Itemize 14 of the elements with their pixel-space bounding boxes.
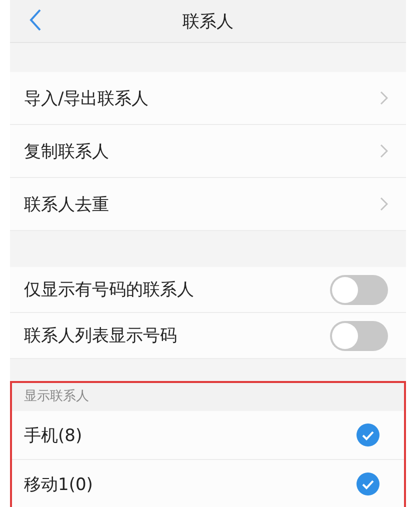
check-icon[interactable]	[356, 423, 380, 447]
chevron-icon	[380, 197, 388, 211]
back-icon[interactable]	[28, 8, 42, 32]
nav-title: 联系人	[182, 10, 234, 32]
account-label: 移动1(0)	[24, 474, 93, 496]
chevron-icon	[380, 144, 388, 158]
section-header: 显示联系人	[12, 383, 404, 411]
account-label: 手机(8)	[24, 424, 82, 446]
check-icon[interactable]	[356, 472, 380, 496]
toggle-label: 联系人列表显示号码	[24, 325, 177, 347]
chevron-icon	[380, 91, 388, 105]
toggle-switch[interactable]	[330, 320, 388, 350]
toggle-label: 仅显示有号码的联系人	[24, 279, 194, 301]
toggle-switch[interactable]	[330, 274, 388, 304]
